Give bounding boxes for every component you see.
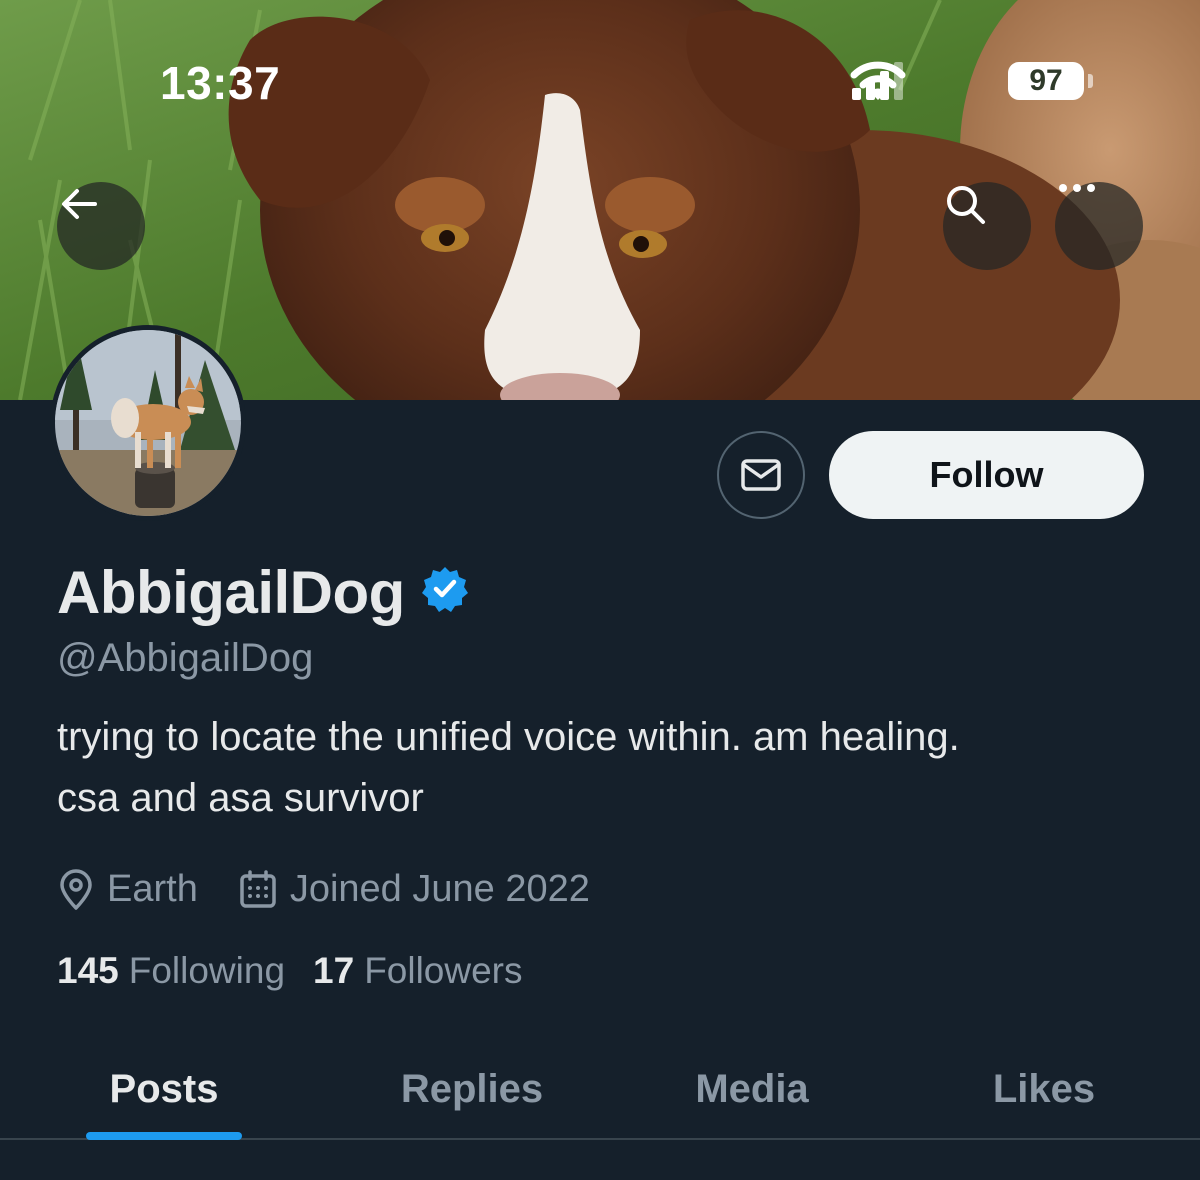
bio: trying to locate the unified voice withi… bbox=[57, 707, 1157, 829]
back-button[interactable] bbox=[57, 182, 145, 270]
tab-media[interactable]: Media bbox=[632, 1040, 872, 1138]
dog-avatar-photo bbox=[55, 330, 241, 516]
bio-line: trying to locate the unified voice withi… bbox=[57, 715, 960, 759]
verified-badge-icon[interactable] bbox=[421, 558, 469, 627]
back-arrow-icon bbox=[62, 189, 97, 219]
profile-meta: Earth Joined June 2022 bbox=[57, 868, 590, 911]
search-icon bbox=[947, 186, 985, 224]
display-name: AbbigailDog bbox=[57, 559, 405, 626]
bio-line: csa and asa survivor bbox=[57, 776, 424, 820]
calendar-icon bbox=[240, 869, 276, 908]
wifi-icon bbox=[850, 61, 906, 100]
tab-replies[interactable]: Replies bbox=[352, 1040, 592, 1138]
verified-badge-shape bbox=[421, 567, 468, 612]
join-date-text: Joined June 2022 bbox=[289, 868, 590, 910]
handle: @AbbigailDog bbox=[57, 636, 314, 680]
join-date: Joined June 2022 bbox=[238, 868, 590, 911]
follow-button[interactable]: Follow bbox=[829, 431, 1144, 519]
location-pin-icon bbox=[60, 868, 92, 910]
follow-stats: 145 Following 17 Followers bbox=[57, 950, 523, 992]
location: Earth bbox=[57, 868, 198, 911]
message-button[interactable] bbox=[717, 431, 805, 519]
tab-likes[interactable]: Likes bbox=[924, 1040, 1164, 1138]
following-label: Following bbox=[128, 950, 286, 991]
following-link[interactable]: 145 Following bbox=[57, 950, 285, 992]
envelope-icon bbox=[741, 459, 781, 491]
tab-posts[interactable]: Posts bbox=[44, 1040, 284, 1138]
battery-tip bbox=[1088, 74, 1093, 88]
followers-link[interactable]: 17 Followers bbox=[313, 950, 522, 992]
status-time: 13:37 bbox=[160, 57, 281, 109]
profile-tabs: Posts Replies Media Likes bbox=[0, 1040, 1200, 1140]
search-button[interactable] bbox=[943, 182, 1031, 270]
avatar[interactable] bbox=[50, 325, 246, 521]
location-text: Earth bbox=[107, 868, 198, 910]
following-count: 145 bbox=[57, 950, 119, 991]
active-tab-indicator bbox=[86, 1132, 242, 1140]
battery-icon: 97 bbox=[1008, 62, 1084, 100]
display-name-row: AbbigailDog bbox=[57, 558, 469, 627]
more-button[interactable] bbox=[1055, 182, 1143, 270]
more-icon bbox=[1059, 184, 1095, 192]
followers-count: 17 bbox=[313, 950, 355, 991]
followers-label: Followers bbox=[364, 950, 523, 991]
